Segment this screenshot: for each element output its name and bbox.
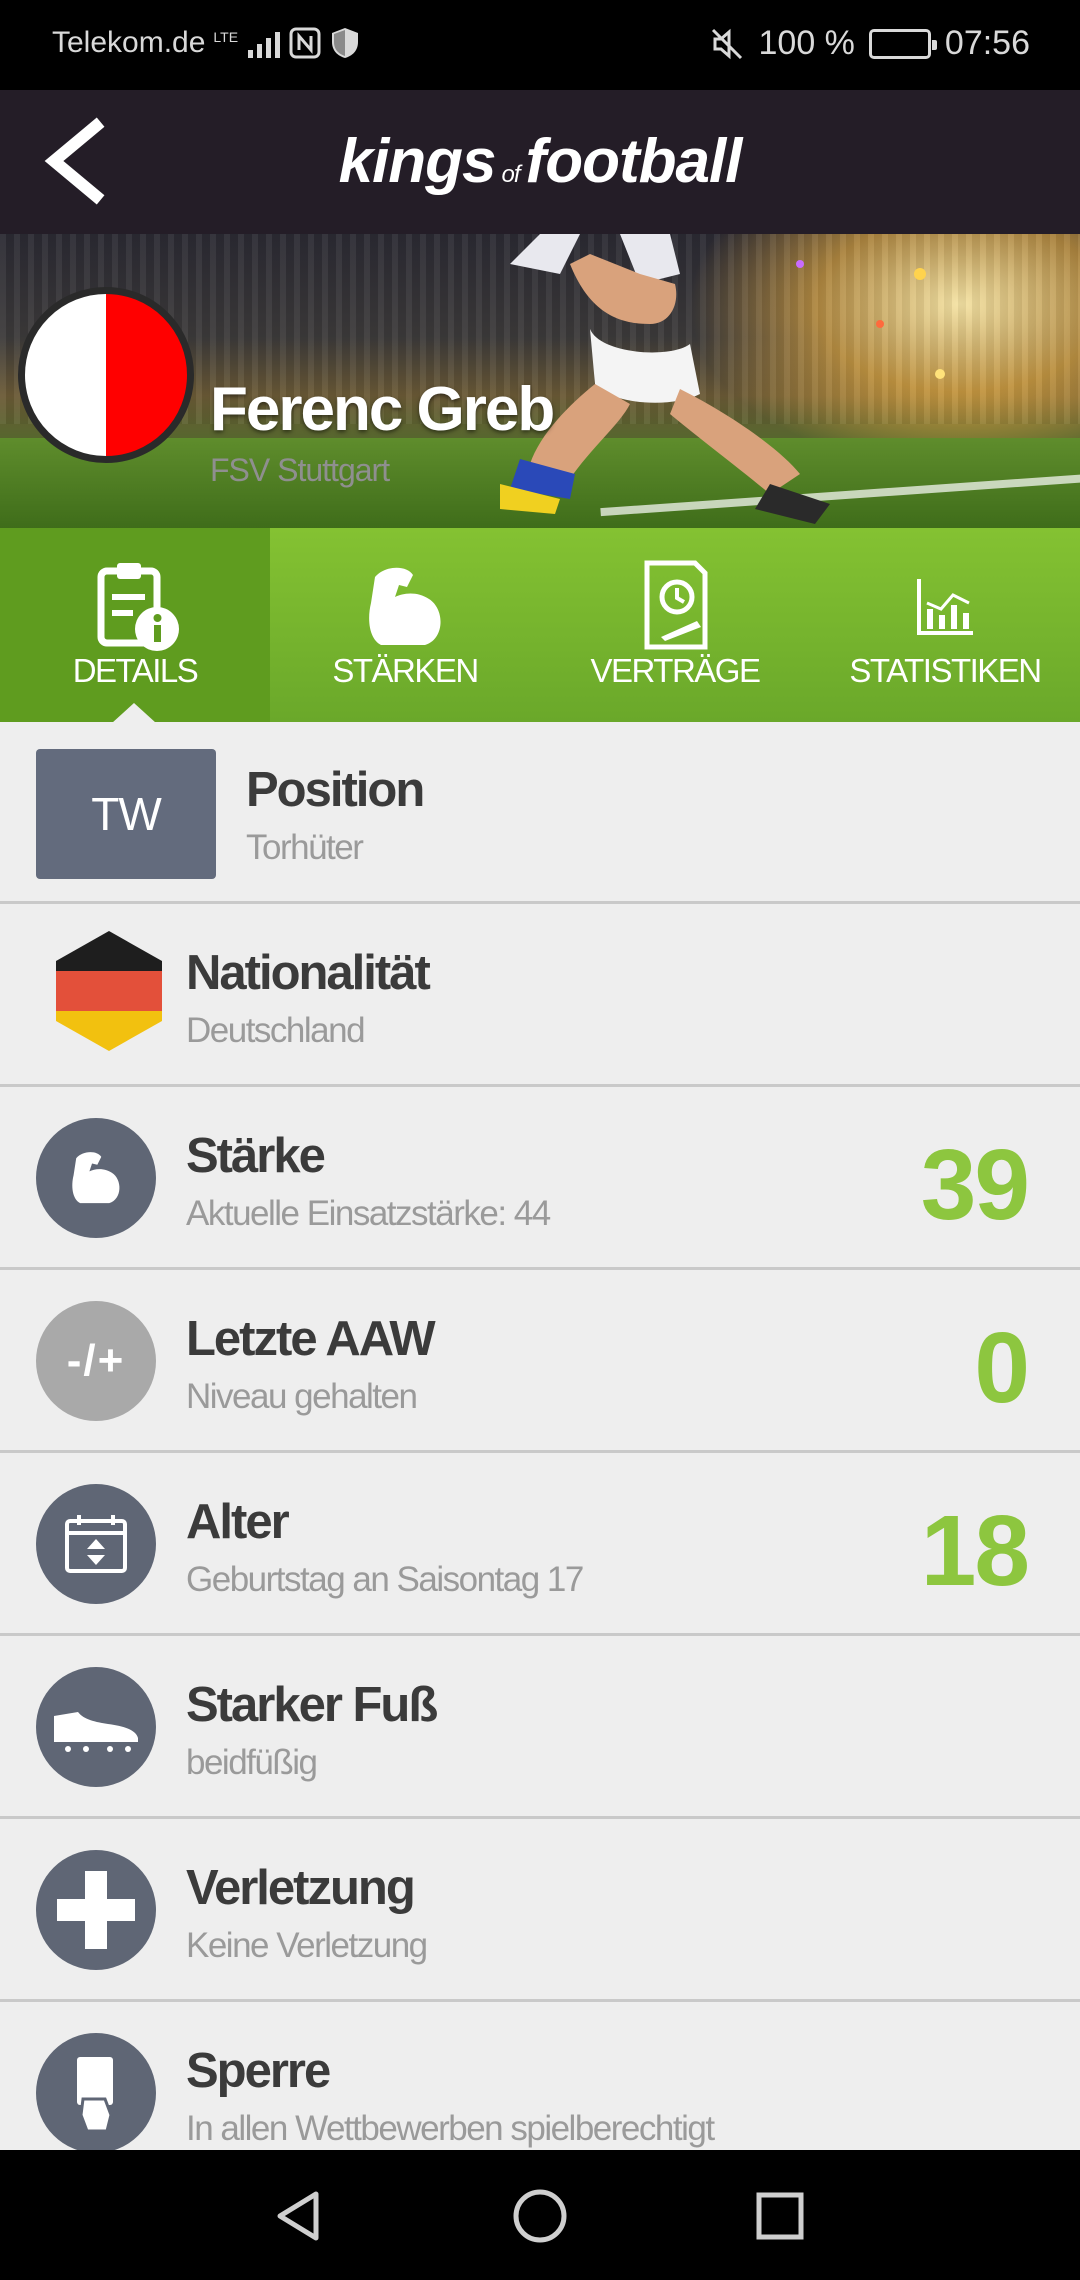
- position-badge: TW: [36, 749, 216, 879]
- club-badge-icon: [18, 287, 194, 463]
- status-right: 100 % 07:56: [709, 24, 1030, 63]
- row-subtitle: Deutschland: [186, 1011, 366, 1050]
- red-card-hand-icon: [77, 2057, 113, 2133]
- row-subtitle: Niveau gehalten: [186, 1377, 418, 1416]
- details-clipboard-icon: [97, 563, 179, 651]
- signal-icon: [248, 28, 281, 58]
- clock: 07:56: [944, 24, 1030, 62]
- row-title: Verletzung: [186, 1861, 416, 1915]
- bicep-icon: [369, 567, 441, 645]
- row-subtitle: Keine Verletzung: [186, 1926, 428, 1965]
- row-title: Stärke: [186, 1129, 326, 1183]
- nfc-icon: [289, 27, 321, 59]
- tab-staerken[interactable]: STÄRKEN: [270, 528, 540, 722]
- row-subtitle: Aktuelle Einsatzstärke: 44: [186, 1194, 551, 1233]
- status-bar: Telekom.de LTE 100 % 07:56: [0, 0, 1080, 90]
- battery-icon: [868, 28, 937, 59]
- strength-value: 39: [920, 1129, 1030, 1241]
- list-item-nationality: Nationalität Deutschland: [0, 905, 1080, 1087]
- tab-statistiken[interactable]: STATISTIKEN: [810, 528, 1080, 722]
- player-club: FSV Stuttgart: [210, 452, 390, 488]
- strength-icon-circle: [36, 1118, 156, 1238]
- aaw-value: 0: [974, 1312, 1030, 1424]
- plus-minus-icon: -/+: [36, 1301, 156, 1421]
- plus-minus-label: -/+: [66, 1336, 126, 1385]
- list-item-suspension: Sperre In allen Wettbewerben spielberech…: [0, 2003, 1080, 2150]
- medical-cross-icon: [57, 1871, 135, 1949]
- logo-of: of: [501, 161, 521, 188]
- tab-details-label: DETAILS: [72, 652, 199, 689]
- celebrating-player-image: [500, 234, 945, 524]
- logo-kings: kings: [338, 127, 497, 196]
- app-logo: kings offootball: [0, 126, 1080, 197]
- age-icon-circle: [36, 1484, 156, 1604]
- row-subtitle: Geburtstag an Saisontag 17: [186, 1560, 584, 1599]
- status-left: Telekom.de LTE: [52, 26, 360, 60]
- football-boot-icon: [54, 1712, 138, 1752]
- list-item-age: Alter Geburtstag an Saisontag 17 18: [0, 1454, 1080, 1636]
- contract-icon: [644, 560, 708, 650]
- tab-vertraege[interactable]: VERTRÄGE: [540, 528, 810, 722]
- tab-staerken-label: STÄRKEN: [332, 652, 479, 689]
- battery-percent: 100 %: [758, 24, 855, 62]
- shield-icon: [332, 28, 359, 58]
- details-list: TW Position Torhüter Nationalität Deutsc…: [0, 722, 1080, 2150]
- bicep-icon: [72, 1152, 120, 1204]
- row-title: Alter: [186, 1495, 290, 1549]
- row-subtitle: Torhüter: [246, 828, 364, 867]
- row-title: Letzte AAW: [186, 1312, 436, 1366]
- system-nav-bar: [0, 2150, 1080, 2280]
- chart-icon: [917, 579, 973, 635]
- injury-icon-circle: [36, 1850, 156, 1970]
- list-item-last-aaw: -/+ Letzte AAW Niveau gehalten 0: [0, 1271, 1080, 1453]
- list-item-strong-foot: Starker Fuß beidfüßig: [0, 1637, 1080, 1819]
- tab-details[interactable]: DETAILS: [0, 528, 270, 723]
- germany-flag-icon: [56, 931, 162, 1051]
- row-title: Nationalität: [186, 946, 431, 1000]
- row-subtitle: beidfüßig: [186, 1743, 318, 1782]
- row-subtitle: In allen Wettbewerben spielberechtigt: [186, 2109, 715, 2148]
- foot-icon-circle: [36, 1667, 156, 1787]
- tab-vertraege-label: VERTRÄGE: [590, 652, 761, 689]
- age-value: 18: [920, 1495, 1030, 1607]
- row-title: Position: [246, 763, 425, 817]
- list-item-strength: Stärke Aktuelle Einsatzstärke: 44 39: [0, 1088, 1080, 1270]
- network-type: LTE: [213, 29, 239, 45]
- recents-square-icon[interactable]: [750, 2186, 810, 2246]
- home-circle-icon[interactable]: [510, 2186, 570, 2246]
- player-hero: Ferenc Greb FSV Stuttgart: [0, 234, 1080, 528]
- app-header: kings offootball: [0, 90, 1080, 234]
- tab-statistiken-label: STATISTIKEN: [849, 652, 1042, 689]
- mute-icon: [711, 28, 742, 59]
- row-title: Sperre: [186, 2044, 331, 2098]
- player-name: Ferenc Greb: [210, 375, 555, 444]
- carrier-label: Telekom.de: [52, 26, 206, 59]
- logo-football: football: [525, 127, 743, 196]
- list-item-injury: Verletzung Keine Verletzung: [0, 1820, 1080, 2002]
- suspension-icon-circle: [36, 2033, 156, 2150]
- calendar-icon: [65, 1515, 127, 1573]
- tab-bar: DETAILS STÄRKEN VERTRÄGE STATISTIKEN: [0, 528, 1080, 723]
- back-triangle-icon[interactable]: [270, 2186, 330, 2246]
- row-title: Starker Fuß: [186, 1678, 438, 1732]
- list-item-position: TW Position Torhüter: [0, 722, 1080, 904]
